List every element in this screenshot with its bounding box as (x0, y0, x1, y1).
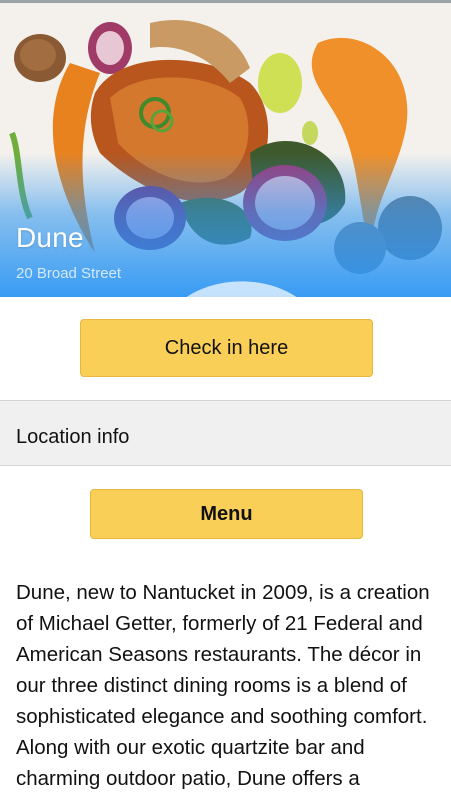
venue-hero-image: Dune 20 Broad Street (0, 3, 451, 297)
menu-button[interactable]: Menu (90, 489, 363, 539)
section-title: Location info (16, 426, 130, 448)
check-in-button[interactable]: Check in here (80, 319, 373, 377)
location-info-header: Location info (0, 400, 451, 466)
venue-name: Dune (16, 222, 84, 253)
venue-description: Dune, new to Nantucket in 2009, is a cre… (16, 581, 430, 800)
map-pin-icon (186, 281, 297, 297)
venue-address: 20 Broad Street (16, 265, 297, 297)
